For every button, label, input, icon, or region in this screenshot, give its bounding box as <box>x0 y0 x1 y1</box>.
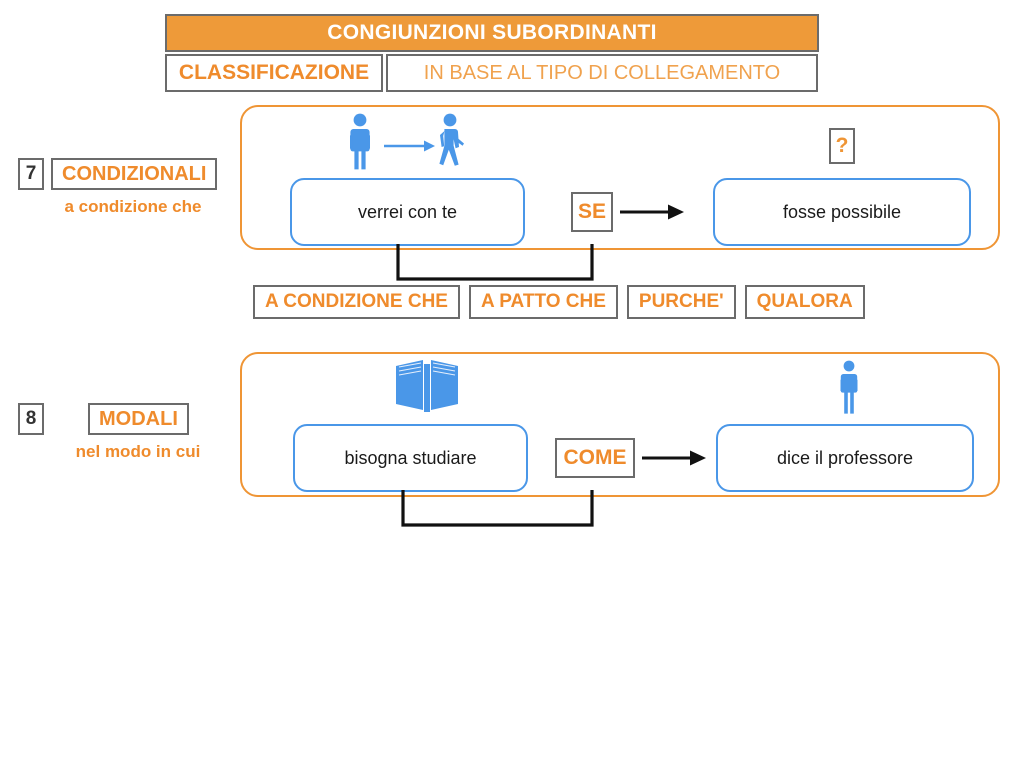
classification-label-box: CLASSIFICAZIONE <box>165 54 383 92</box>
section-label-modali: 8 MODALI nel modo in cui <box>18 403 258 462</box>
clause-box-subordinate-modali: dice il professore <box>716 424 974 492</box>
alternative-conjunction-box[interactable]: PURCHE' <box>626 285 736 319</box>
section-number-badge: 7 <box>18 158 44 190</box>
arrow-right-icon-modali <box>642 450 706 466</box>
conjunction-box-come[interactable]: COME <box>555 438 635 478</box>
standing-person-icon <box>840 360 858 414</box>
alternative-conjunctions-row: A CONDIZIONE CHE A PATTO CHE PURCHE' QUA… <box>253 285 874 319</box>
conjunction-text: SE <box>578 200 607 223</box>
classification-label: CLASSIFICAZIONE <box>178 61 370 84</box>
question-mark-text: ? <box>835 134 849 157</box>
section-number-badge: 8 <box>18 403 44 435</box>
alternative-conjunction-box[interactable]: A PATTO CHE <box>468 285 618 319</box>
alternative-conjunction-box[interactable]: QUALORA <box>744 285 865 319</box>
clause-text: verrei con te <box>357 201 458 222</box>
clause-text: dice il professore <box>776 447 914 468</box>
clause-text: fosse possibile <box>782 201 902 222</box>
conjunction-text: COME <box>563 446 627 469</box>
clause-box-main-modali: bisogna studiare <box>293 424 528 492</box>
conjunction-box-se[interactable]: SE <box>571 192 613 232</box>
page-title-bar: CONGIUNZIONI SUBORDINANTI <box>165 14 819 52</box>
connector-bracket-modali <box>401 490 594 527</box>
classification-value: IN BASE AL TIPO DI COLLEGAMENTO <box>423 61 781 84</box>
clause-text: bisogna studiare <box>344 447 477 468</box>
section-label-condizionali: 7 CONDIZIONALI a condizione che <box>18 158 248 217</box>
connector-bracket-condizionali <box>396 244 594 281</box>
section-name-box: MODALI <box>88 403 189 435</box>
section-subtitle: nel modo in cui <box>75 442 201 461</box>
classification-value-box: IN BASE AL TIPO DI COLLEGAMENTO <box>386 54 818 92</box>
clause-box-subordinate-condizionali: fosse possibile <box>713 178 971 246</box>
arrow-right-icon-condizionali <box>620 204 684 220</box>
section-name-box: CONDIZIONALI <box>51 158 218 190</box>
alternative-conjunction-box[interactable]: A CONDIZIONE CHE <box>253 285 460 319</box>
section-subtitle: a condizione che <box>64 197 202 216</box>
two-people-walking-icon <box>350 113 464 170</box>
question-mark-badge: ? <box>829 128 855 164</box>
classification-row: CLASSIFICAZIONE IN BASE AL TIPO DI COLLE… <box>165 54 818 92</box>
open-book-icon <box>396 360 458 412</box>
page-title: CONGIUNZIONI SUBORDINANTI <box>327 21 657 44</box>
clause-box-main-condizionali: verrei con te <box>290 178 525 246</box>
